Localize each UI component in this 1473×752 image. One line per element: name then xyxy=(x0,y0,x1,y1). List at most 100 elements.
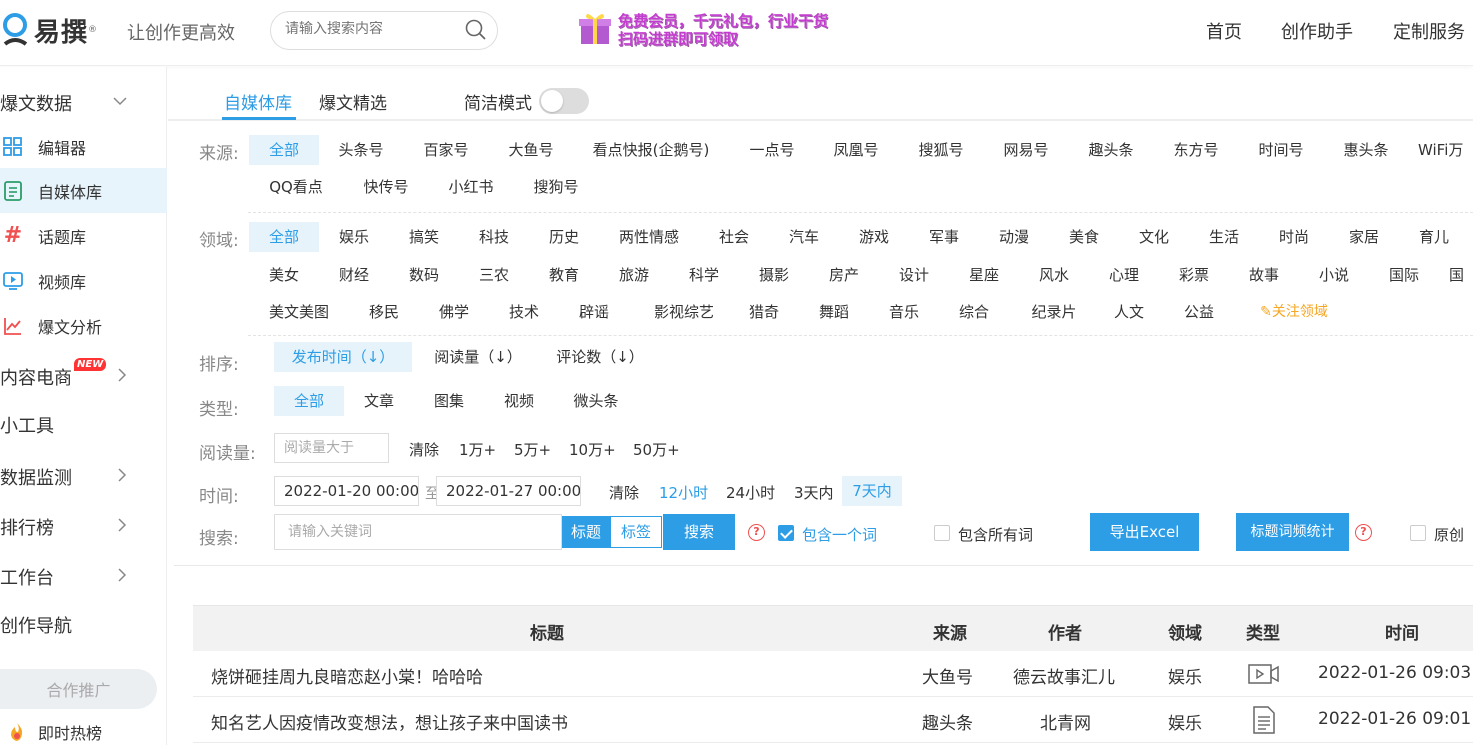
domain-chip[interactable]: 星座 xyxy=(949,260,1019,290)
sidebar-group-workbench[interactable]: 工作台 xyxy=(0,564,167,590)
domain-chip[interactable]: 辟谣 xyxy=(559,297,629,327)
domain-chip[interactable]: 摄影 xyxy=(739,260,809,290)
time-option[interactable]: 24小时 xyxy=(726,482,775,503)
domain-chip[interactable]: 科技 xyxy=(459,222,529,252)
simple-mode-toggle[interactable] xyxy=(539,88,589,114)
domain-chip[interactable]: 文化 xyxy=(1119,222,1189,252)
reads-clear[interactable]: 清除 xyxy=(409,439,439,460)
time-start-input[interactable]: 2022-01-20 00:00 xyxy=(274,476,419,506)
domain-chip[interactable]: 生活 xyxy=(1189,222,1259,252)
column-header-source[interactable]: 来源 xyxy=(933,619,967,644)
source-chip[interactable]: 看点快报(企鹅号) xyxy=(581,135,721,165)
logo[interactable]: 易撰 ® xyxy=(2,10,97,50)
sidebar-item-hot-list[interactable]: 即时热榜 xyxy=(0,712,167,752)
domain-chip[interactable]: 娱乐 xyxy=(319,222,389,252)
table-row[interactable]: 烧饼砸挂周九良暗恋赵小棠！哈哈哈 大鱼号 德云故事汇儿 娱乐 2022-01-2… xyxy=(193,651,1473,697)
column-header-domain[interactable]: 领域 xyxy=(1168,619,1202,644)
domain-chip[interactable]: 历史 xyxy=(529,222,599,252)
reads-option[interactable]: 5万+ xyxy=(514,439,551,460)
source-chip[interactable]: 搜狗号 xyxy=(521,172,591,202)
domain-chip[interactable]: 心理 xyxy=(1089,260,1159,290)
sidebar-group-ranking[interactable]: 排行榜 xyxy=(0,514,167,540)
domain-chip[interactable]: 美文美图 xyxy=(259,297,339,327)
domain-chip[interactable]: 故事 xyxy=(1229,260,1299,290)
domain-chip[interactable]: 综合 xyxy=(939,297,1009,327)
source-chip[interactable]: 大鱼号 xyxy=(496,135,566,165)
title-word-frequency-button[interactable]: 标题词频统计 xyxy=(1236,513,1349,551)
source-chip[interactable]: 小红书 xyxy=(436,172,506,202)
type-chip[interactable]: 全部 xyxy=(274,386,344,416)
domain-chip[interactable]: 音乐 xyxy=(869,297,939,327)
row-title-link[interactable]: 知名艺人因疫情改变想法，想让孩子来中国读书 xyxy=(211,709,568,734)
domain-chip[interactable]: 社会 xyxy=(699,222,769,252)
reads-option[interactable]: 1万+ xyxy=(459,439,496,460)
domain-chip[interactable]: 纪录片 xyxy=(1014,297,1094,327)
time-option[interactable]: 12小时 xyxy=(659,482,708,503)
source-chip[interactable]: 快传号 xyxy=(351,172,421,202)
domain-chip[interactable]: 影视综艺 xyxy=(639,297,729,327)
sidebar-item-videos[interactable]: 视频库 xyxy=(0,258,167,303)
domain-chip[interactable]: 搞笑 xyxy=(389,222,459,252)
type-chip[interactable]: 图集 xyxy=(414,386,484,416)
time-option-selected[interactable]: 7天内 xyxy=(842,476,902,506)
nav-home[interactable]: 首页 xyxy=(1206,18,1242,44)
sidebar-group-monitor[interactable]: 数据监测 xyxy=(0,464,167,490)
domain-chip[interactable]: 教育 xyxy=(529,260,599,290)
sidebar-group-ecommerce[interactable]: 内容电商 NEW xyxy=(0,358,167,390)
source-chip[interactable]: 东方号 xyxy=(1161,135,1231,165)
domain-chip[interactable]: 全部 xyxy=(249,222,319,252)
tab-media-library[interactable]: 自媒体库 xyxy=(224,89,292,114)
help-icon[interactable]: ? xyxy=(1355,524,1372,541)
domain-chip[interactable]: 技术 xyxy=(489,297,559,327)
source-chip[interactable]: 趣头条 xyxy=(1076,135,1146,165)
source-chip[interactable]: WiFi万 xyxy=(1418,135,1473,165)
time-clear[interactable]: 清除 xyxy=(609,482,639,503)
column-header-author[interactable]: 作者 xyxy=(1048,619,1082,644)
domain-chip[interactable]: 公益 xyxy=(1164,297,1234,327)
nav-creator-assistant[interactable]: 创作助手 xyxy=(1281,18,1353,44)
mode-title-button[interactable]: 标题 xyxy=(562,516,610,548)
nav-custom-service[interactable]: 定制服务 xyxy=(1393,18,1465,44)
promo-banner[interactable]: 免费会员，千元礼包，行业干货 扫码进群即可领取 xyxy=(578,10,828,50)
source-chip[interactable]: 时间号 xyxy=(1246,135,1316,165)
time-option[interactable]: 3天内 xyxy=(794,482,834,503)
source-chip[interactable]: 百家号 xyxy=(411,135,481,165)
search-button[interactable]: 搜索 xyxy=(663,514,735,550)
domain-chip[interactable]: 家居 xyxy=(1329,222,1399,252)
domain-chip[interactable]: 美女 xyxy=(249,260,319,290)
domain-chip[interactable]: 小说 xyxy=(1299,260,1369,290)
source-chip[interactable]: 头条号 xyxy=(326,135,396,165)
partner-promo-button[interactable]: 合作推广 xyxy=(0,669,157,709)
sort-reads[interactable]: 阅读量（↓） xyxy=(422,342,534,372)
sidebar-group-hot-data[interactable]: 爆文数据 xyxy=(0,90,167,116)
search-icon[interactable] xyxy=(465,19,487,45)
type-chip[interactable]: 文章 xyxy=(344,386,414,416)
domain-chip[interactable]: 移民 xyxy=(349,297,419,327)
type-chip[interactable]: 视频 xyxy=(484,386,554,416)
column-header-time[interactable]: 时间 xyxy=(1385,619,1419,644)
include-all-checkbox[interactable] xyxy=(934,525,950,541)
source-chip[interactable]: 凤凰号 xyxy=(821,135,891,165)
sidebar-item-editor[interactable]: 编辑器 xyxy=(0,124,167,169)
domain-chip[interactable]: 动漫 xyxy=(979,222,1049,252)
sidebar-group-creator-nav[interactable]: 创作导航 xyxy=(0,612,167,638)
domain-chip[interactable]: 风水 xyxy=(1019,260,1089,290)
domain-chip[interactable]: 数码 xyxy=(389,260,459,290)
source-chip[interactable]: 搜狐号 xyxy=(906,135,976,165)
reads-option[interactable]: 10万+ xyxy=(569,439,616,460)
global-search-input[interactable] xyxy=(285,21,455,37)
sort-comments[interactable]: 评论数（↓） xyxy=(544,342,656,372)
tab-hot-articles[interactable]: 爆文精选 xyxy=(319,89,387,114)
domain-chip[interactable]: 军事 xyxy=(909,222,979,252)
domain-chip[interactable]: 国际 xyxy=(1369,260,1439,290)
column-header-type[interactable]: 类型 xyxy=(1246,619,1280,644)
domain-chip[interactable]: 游戏 xyxy=(839,222,909,252)
source-chip[interactable]: QQ看点 xyxy=(256,172,336,202)
domain-chip[interactable]: 三农 xyxy=(459,260,529,290)
domain-chip[interactable]: 两性情感 xyxy=(609,222,689,252)
domain-chip[interactable]: 猎奇 xyxy=(729,297,799,327)
type-chip[interactable]: 微头条 xyxy=(561,386,631,416)
time-end-input[interactable]: 2022-01-27 00:00 xyxy=(436,476,581,506)
domain-chip[interactable]: 设计 xyxy=(879,260,949,290)
table-row[interactable]: 知名艺人因疫情改变想法，想让孩子来中国读书 趣头条 北青网 娱乐 2022-01… xyxy=(193,697,1473,743)
